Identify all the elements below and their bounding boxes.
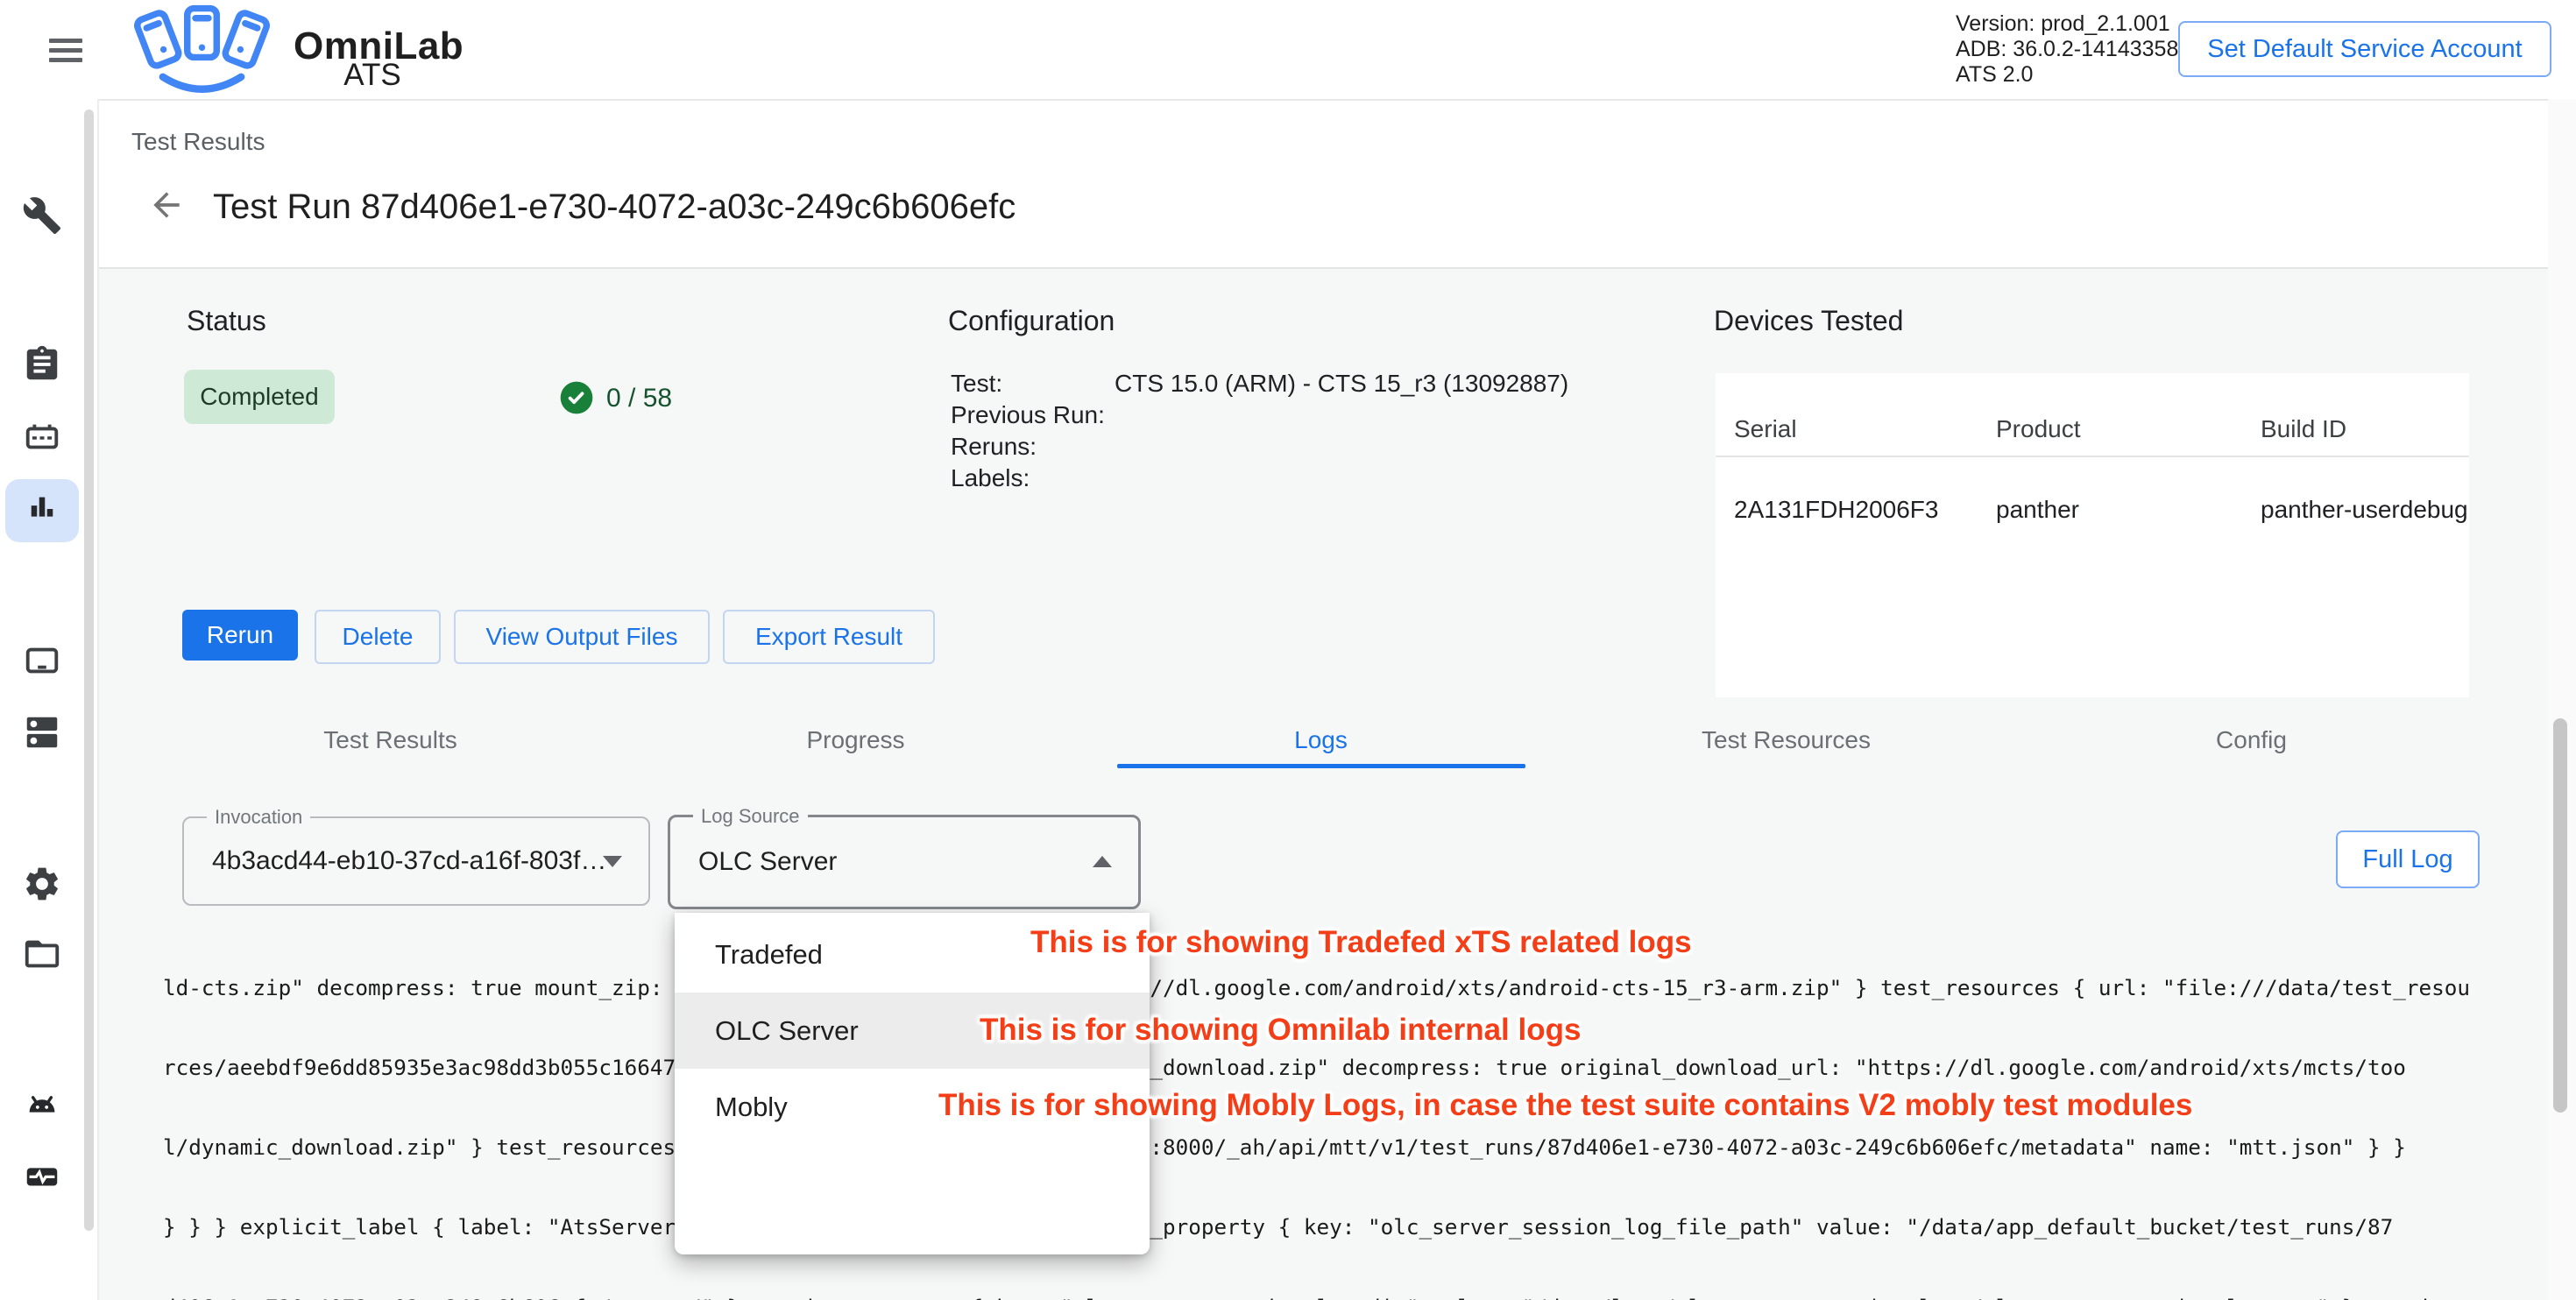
adb-version-line: ADB: 36.0.2-14143358 [1956, 37, 2178, 62]
top-app-bar: OmniLab ATS Version: prod_2.1.001 ADB: 3… [0, 0, 2576, 101]
delete-button[interactable]: Delete [315, 610, 441, 664]
log-line: rces/aeebdf9e6dd85935e3ac98dd3b055c16647… [163, 1055, 2550, 1081]
invocation-value: 4b3acd44-eb10-37cd-a16f-803f… [212, 818, 606, 904]
device-serial-cell: 2A131FDH2006F3 [1734, 496, 1938, 524]
log-source-menu: Tradefed OLC Server Mobly [675, 913, 1150, 1254]
ats-version-line: ATS 2.0 [1956, 62, 2178, 88]
log-line: ld-cts.zip" decompress: true mount_zip: … [163, 975, 2550, 1001]
gear-icon [22, 864, 62, 904]
monitor-wave-icon [22, 1156, 62, 1197]
menu-hamburger-icon[interactable] [49, 33, 82, 67]
devices-col-serial: Serial [1734, 415, 1797, 443]
folder-icon [22, 934, 62, 974]
sidebar-item-monitoring[interactable] [22, 1156, 62, 1201]
sidebar-item-test-plans[interactable] [22, 417, 62, 462]
devices-col-build-id: Build ID [2261, 415, 2346, 443]
breadcrumb: Test Results [131, 128, 265, 156]
bar-chart-icon [22, 489, 62, 529]
device-tablet-icon [22, 640, 62, 681]
status-heading: Status [187, 305, 266, 337]
version-info: Version: prod_2.1.001 ADB: 36.0.2-141433… [1956, 11, 2178, 88]
back-arrow-icon [147, 186, 186, 224]
sidebar-item-android-tools[interactable] [22, 1085, 62, 1130]
version-line: Version: prod_2.1.001 [1956, 11, 2178, 37]
log-line: d406e1-e730-4072-a03c-249c6b606efc/outpu… [163, 1295, 2550, 1300]
table-header-divider [1716, 456, 2469, 457]
config-label-labels: Labels: [951, 463, 1030, 494]
sidebar-item-tests[interactable] [22, 195, 62, 240]
log-line: } } } explicit_label { label: "AtsServer… [163, 1214, 2550, 1240]
log-line: l/dynamic_download.zip" } test_resources… [163, 1134, 2550, 1161]
passed-check-icon [559, 380, 594, 420]
configuration-heading: Configuration [948, 305, 1115, 337]
config-label-test: Test: [951, 368, 1002, 399]
test-plan-box-icon [22, 417, 62, 457]
tab-config[interactable]: Config [2019, 711, 2484, 769]
config-label-previous-run: Previous Run: [951, 399, 1105, 431]
clipboard-icon [22, 344, 62, 385]
back-button[interactable] [147, 186, 186, 229]
devices-col-product: Product [1996, 415, 2081, 443]
hosts-dns-icon [22, 712, 62, 752]
set-default-service-account-button[interactable]: Set Default Service Account [2178, 21, 2551, 77]
sidebar-nav [0, 99, 98, 1300]
wrench-icon [22, 195, 62, 236]
log-source-select[interactable]: Log Source OLC Server [668, 815, 1141, 909]
tab-logs[interactable]: Logs [1088, 711, 1553, 769]
sidebar-item-test-results[interactable] [22, 489, 62, 533]
full-log-button[interactable]: Full Log [2336, 830, 2480, 888]
app-root: OmniLab ATS Version: prod_2.1.001 ADB: 3… [0, 0, 2576, 1300]
status-badge: Completed [184, 370, 335, 424]
device-build-cell: panther-userdebug 15 r [2261, 496, 2469, 524]
tab-test-results[interactable]: Test Results [158, 711, 623, 769]
annotation-tradefed: This is for showing Tradefed xTS related… [1030, 925, 1692, 960]
sidebar-item-settings[interactable] [22, 864, 62, 908]
sidebar-item-test-runs[interactable] [22, 344, 62, 389]
chevron-up-icon [1093, 856, 1112, 867]
failed-total-count: 0 / 58 [606, 384, 672, 413]
invocation-select[interactable]: Invocation 4b3acd44-eb10-37cd-a16f-803f… [182, 816, 650, 906]
sidebar-item-devices[interactable] [22, 640, 62, 685]
config-value-test: CTS 15.0 (ARM) - CTS 15_r3 (13092887) [1115, 368, 1568, 399]
annotation-olc-server: This is for showing Omnilab internal log… [980, 1013, 1581, 1048]
page-scrollbar-thumb[interactable] [2553, 718, 2567, 1113]
sidebar-item-hosts[interactable] [22, 712, 62, 757]
devices-tested-heading: Devices Tested [1714, 305, 1903, 337]
tab-test-resources[interactable]: Test Resources [1553, 711, 2019, 769]
annotation-mobly: This is for showing Mobly Logs, in case … [938, 1088, 2192, 1123]
rerun-button[interactable]: Rerun [182, 610, 298, 661]
omnilab-logo-icon [112, 4, 292, 102]
page-scrollbar-track[interactable] [2548, 99, 2576, 1300]
device-product-cell: panther [1996, 496, 2079, 524]
android-robot-icon [22, 1085, 62, 1126]
brand-subtitle: ATS [294, 58, 451, 93]
active-tab-underline [1117, 764, 1525, 768]
tab-progress[interactable]: Progress [623, 711, 1088, 769]
config-label-reruns: Reruns: [951, 431, 1037, 463]
sidebar-item-file-browser[interactable] [22, 934, 62, 979]
log-source-value: OLC Server [698, 817, 837, 907]
devices-table: Serial Product Build ID 2A131FDH2006F3 p… [1716, 373, 2469, 697]
page-title: Test Run 87d406e1-e730-4072-a03c-249c6b6… [213, 187, 1016, 227]
chevron-down-icon [603, 856, 622, 867]
sidebar-scrollbar[interactable] [84, 110, 94, 1231]
view-output-files-button[interactable]: View Output Files [454, 610, 710, 664]
export-result-button[interactable]: Export Result [723, 610, 935, 664]
